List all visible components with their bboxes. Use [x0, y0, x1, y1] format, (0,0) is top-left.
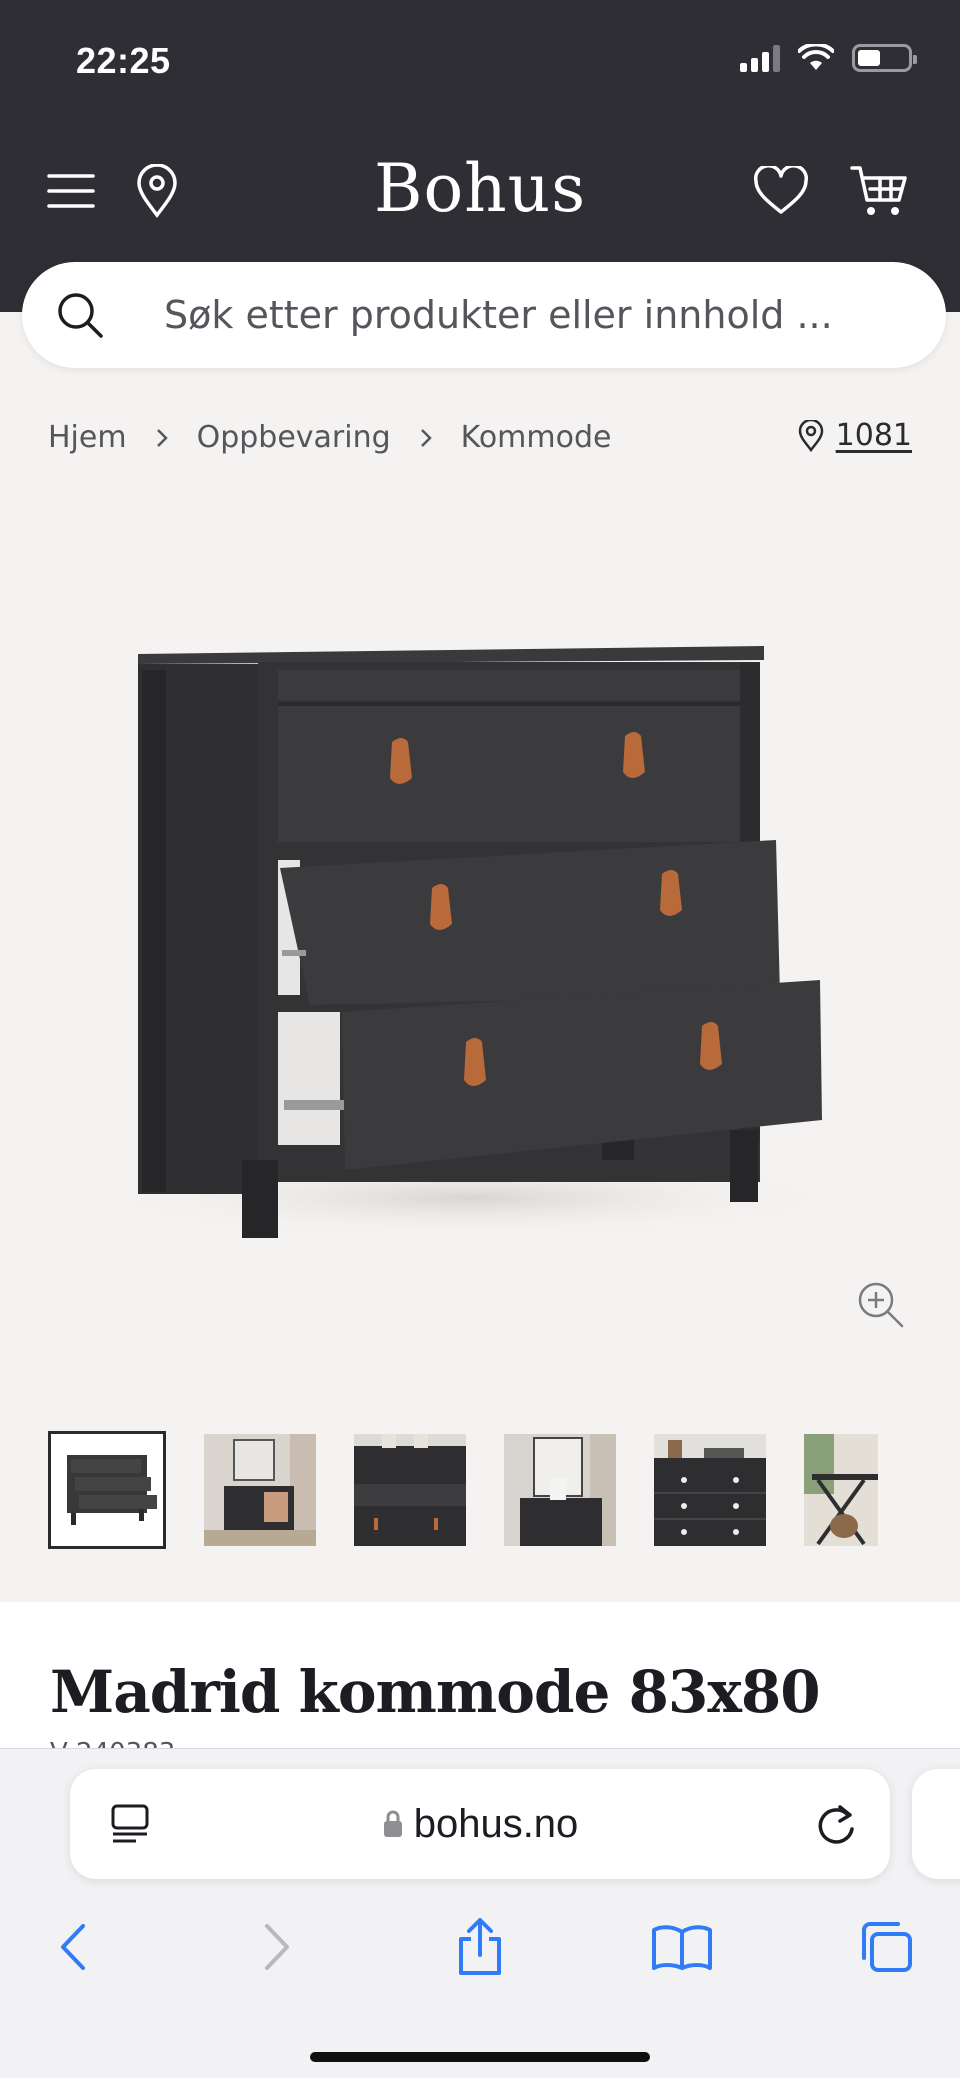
thumbnail-1[interactable] [48, 1431, 166, 1549]
location-pin-icon [798, 419, 823, 452]
bookmarks-icon[interactable] [642, 1907, 722, 1987]
forward-arrow-icon[interactable] [238, 1907, 318, 1987]
breadcrumb-item-home[interactable]: Hjem [48, 420, 127, 455]
chevron-right-icon [419, 427, 433, 449]
product-title: Madrid kommode 83x80 [50, 1658, 821, 1726]
search-input[interactable]: Søk etter produkter eller innhold ... [164, 293, 833, 337]
back-arrow-icon[interactable] [32, 1907, 112, 1987]
url-display[interactable]: bohus.no [70, 1802, 890, 1847]
heart-icon[interactable] [750, 160, 812, 222]
breadcrumb: Hjem Oppbevaring Kommode [48, 420, 611, 455]
chevron-right-icon [155, 427, 169, 449]
store-code[interactable]: 1081 [836, 418, 912, 453]
store-selector[interactable]: 1081 [798, 418, 912, 453]
reload-icon[interactable] [814, 1801, 858, 1851]
wifi-icon [798, 44, 834, 70]
cellular-signal-icon [740, 44, 780, 72]
search-icon [52, 287, 108, 343]
search-bar[interactable]: Søk etter produkter eller innhold ... [22, 262, 946, 368]
next-tab-preview[interactable] [912, 1769, 960, 1879]
lock-icon [383, 1810, 402, 1837]
status-time: 22:25 [76, 40, 171, 81]
cart-icon[interactable] [848, 160, 910, 222]
zoom-in-icon[interactable] [856, 1280, 906, 1330]
thumbnail-3[interactable] [354, 1434, 466, 1546]
url-text: bohus.no [413, 1801, 579, 1846]
battery-icon [852, 44, 917, 72]
browser-nav [0, 1907, 960, 1987]
status-icons [740, 44, 917, 72]
home-indicator[interactable] [310, 2052, 650, 2062]
thumbnail-5[interactable] [654, 1434, 766, 1546]
thumbnail-strip [48, 1431, 878, 1549]
product-image[interactable] [0, 480, 960, 1380]
brand-logo[interactable]: Bohus [0, 150, 960, 227]
browser-toolbar: bohus.no [0, 1748, 960, 2078]
tabs-icon[interactable] [846, 1907, 926, 1987]
breadcrumb-item-dresser[interactable]: Kommode [461, 420, 612, 455]
share-icon[interactable] [440, 1907, 520, 1987]
breadcrumb-item-storage[interactable]: Oppbevaring [197, 420, 391, 455]
thumbnail-4[interactable] [504, 1434, 616, 1546]
address-bar[interactable]: bohus.no [70, 1769, 890, 1879]
thumbnail-6[interactable] [804, 1434, 878, 1546]
thumbnail-2[interactable] [204, 1434, 316, 1546]
